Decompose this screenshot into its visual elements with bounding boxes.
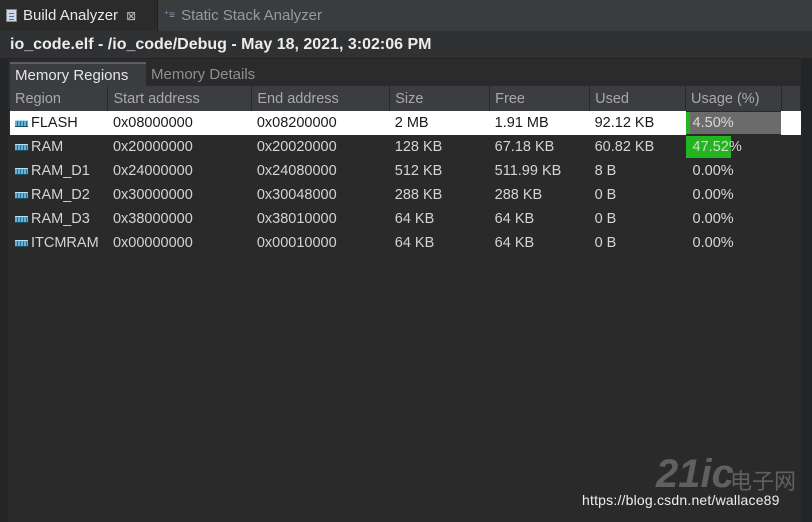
region-name: FLASH	[31, 115, 78, 131]
usage-percent: 0.00%	[692, 163, 734, 179]
table-row[interactable]: RAM_D3 0x38000000 0x38010000 64 KB 64 KB…	[10, 207, 801, 231]
end-address: 0x30048000	[256, 187, 337, 203]
column-header-free[interactable]: Free	[489, 86, 591, 111]
end-address: 0x24080000	[256, 163, 337, 179]
region-used: 60.82 KB	[594, 139, 655, 155]
table-row[interactable]: FLASH 0x08000000 0x08200000 2 MB 1.91 MB…	[10, 111, 801, 135]
column-header-start-address[interactable]: Start address	[107, 86, 253, 111]
region-used: 0 B	[594, 187, 617, 203]
build-context-title: io_code.elf - /io_code/Debug - May 18, 2…	[0, 31, 812, 59]
stack-icon: ⁺≡	[164, 10, 176, 21]
usage-percent: 0.00%	[692, 187, 734, 203]
start-address: 0x00000000	[112, 235, 193, 251]
editor-tab-bar: Build Analyzer ⊠ ⁺≡ Static Stack Analyze…	[0, 0, 812, 32]
start-address: 0x30000000	[112, 187, 193, 203]
usage-percent: 0.00%	[692, 211, 734, 227]
watermark-url: https://blog.csdn.net/wallace89	[582, 492, 780, 508]
memory-region-icon	[15, 119, 28, 127]
usage-percent: 47.52%	[692, 139, 742, 155]
region-free: 288 KB	[494, 187, 543, 203]
region-free: 511.99 KB	[494, 163, 562, 179]
memory-region-icon	[15, 215, 28, 223]
region-size: 64 KB	[394, 235, 435, 251]
column-header-used[interactable]: Used	[589, 86, 687, 111]
region-used: 0 B	[594, 211, 617, 227]
tab-build-analyzer-label: Build Analyzer	[23, 7, 119, 24]
watermark-logo: 21ic	[656, 452, 734, 496]
start-address: 0x24000000	[112, 163, 193, 179]
start-address: 0x08000000	[107, 111, 252, 135]
usage-percent: 4.50%	[692, 115, 734, 131]
column-header-end-address[interactable]: End address	[251, 86, 391, 111]
region-name: ITCMRAM	[31, 235, 99, 251]
tab-static-stack-analyzer-label: Static Stack Analyzer	[181, 7, 323, 24]
left-panel-edge	[0, 59, 8, 522]
end-address: 0x08200000	[251, 111, 390, 135]
start-address: 0x38000000	[112, 211, 193, 227]
region-name: RAM_D3	[31, 211, 90, 227]
end-address: 0x00010000	[256, 235, 337, 251]
region-name: RAM_D2	[31, 187, 90, 203]
column-header-filler	[781, 86, 802, 111]
tab-build-analyzer[interactable]: Build Analyzer ⊠	[0, 0, 158, 31]
memory-region-icon	[15, 143, 28, 151]
close-icon[interactable]: ⊠	[126, 9, 136, 23]
tab-memory-details[interactable]: Memory Details	[146, 62, 276, 86]
region-used: 0 B	[594, 235, 617, 251]
table-row[interactable]: RAM_D2 0x30000000 0x30048000 288 KB 288 …	[10, 183, 801, 207]
region-size: 512 KB	[394, 163, 443, 179]
table-row[interactable]: RAM_D1 0x24000000 0x24080000 512 KB 511.…	[10, 159, 801, 183]
region-name: RAM_D1	[31, 163, 90, 179]
region-size: 64 KB	[394, 211, 435, 227]
start-address: 0x20000000	[112, 139, 193, 155]
document-icon	[6, 9, 17, 22]
column-header-region[interactable]: Region	[10, 86, 109, 111]
memory-regions-table: Region Start address End address Size Fr…	[10, 86, 802, 255]
tab-static-stack-analyzer[interactable]: ⁺≡ Static Stack Analyzer	[158, 0, 348, 31]
usage-cell: 0.00%	[686, 207, 782, 231]
column-header-usage[interactable]: Usage (%)	[685, 86, 782, 111]
usage-cell: 0.00%	[686, 183, 782, 207]
tab-memory-regions[interactable]: Memory Regions	[10, 62, 146, 86]
end-address: 0x38010000	[256, 211, 337, 227]
table-row[interactable]: ITCMRAM 0x00000000 0x00010000 64 KB 64 K…	[10, 231, 801, 255]
region-free: 67.18 KB	[494, 139, 555, 155]
memory-region-icon	[15, 167, 28, 175]
table-header-row: Region Start address End address Size Fr…	[10, 86, 802, 111]
vertical-scrollbar[interactable]	[801, 59, 812, 522]
table-row[interactable]: RAM 0x20000000 0x20020000 128 KB 67.18 K…	[10, 135, 801, 159]
usage-cell: 4.50%	[685, 111, 782, 135]
region-size: 288 KB	[394, 187, 443, 203]
region-used: 8 B	[594, 163, 617, 179]
region-used: 92.12 KB	[589, 111, 686, 135]
usage-cell: 0.00%	[686, 159, 782, 183]
column-header-size[interactable]: Size	[389, 86, 491, 111]
usage-cell: 0.00%	[686, 231, 782, 255]
usage-cell: 47.52%	[685, 135, 782, 159]
memory-region-icon	[15, 191, 28, 199]
memory-region-icon	[15, 239, 28, 247]
region-free: 64 KB	[494, 235, 535, 251]
analyzer-subtabs: Memory Regions Memory Details	[10, 62, 801, 86]
usage-percent: 0.00%	[692, 235, 734, 251]
end-address: 0x20020000	[256, 139, 337, 155]
region-name: RAM	[31, 139, 64, 155]
region-free: 1.91 MB	[489, 111, 590, 135]
region-size: 2 MB	[389, 111, 490, 135]
region-free: 64 KB	[494, 211, 535, 227]
region-size: 128 KB	[394, 139, 443, 155]
